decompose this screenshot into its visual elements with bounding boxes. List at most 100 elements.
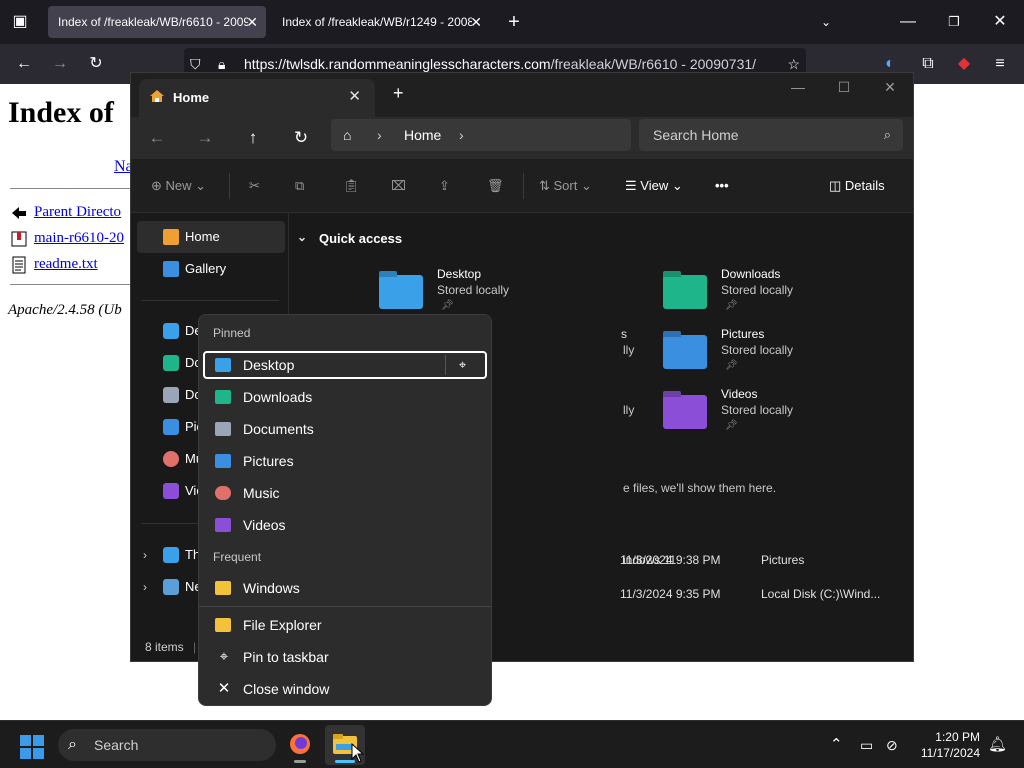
expand-chevron-icon[interactable]: › (143, 580, 147, 594)
up-icon[interactable]: ↑ (239, 125, 267, 151)
new-button[interactable]: ⊕ New ⌄ (151, 174, 206, 198)
archive-link[interactable]: main-r6610-20 (34, 230, 124, 246)
divider (199, 606, 491, 607)
divider (10, 284, 130, 285)
close-tab-icon[interactable]: ✕ (348, 87, 361, 105)
volume-muted-icon[interactable]: ⊘ (886, 721, 898, 768)
chevron-down-icon[interactable]: ⌄ (297, 230, 307, 244)
browser-tab-strip: ▣ Index of /freakleak/WB/r6610 - 2009 ✕ … (0, 0, 1024, 44)
copy-icon[interactable]: ⧉ (295, 174, 304, 198)
paste-icon[interactable]: 📋︎ (343, 174, 360, 198)
new-tab-button[interactable]: + (498, 6, 530, 38)
jump-item-downloads[interactable]: Downloads (203, 383, 487, 411)
browser-tab-active[interactable]: Index of /freakleak/WB/r6610 - 2009 ✕ (48, 6, 266, 38)
minimize-icon[interactable]: — (775, 73, 821, 101)
task-pin-to-taskbar[interactable]: ⌖ Pin to taskbar (203, 643, 487, 671)
pin-icon: 📌︎ (725, 300, 738, 311)
new-tab-button[interactable]: + (393, 83, 404, 104)
firefox-icon (290, 734, 310, 754)
close-tab-icon[interactable]: ✕ (246, 6, 258, 38)
taskbar-firefox[interactable] (280, 725, 320, 765)
parent-directory-link[interactable]: Parent Directo (34, 204, 121, 220)
list-all-tabs-icon[interactable]: ⌄ (810, 6, 842, 38)
search-input[interactable]: Search Home ⌕ (639, 119, 903, 151)
frequent-header: Frequent (213, 550, 262, 564)
task-label: File Explorer (243, 617, 322, 633)
back-icon[interactable]: ← (143, 125, 171, 151)
refresh-icon[interactable]: ↻ (287, 125, 315, 151)
tile-name-partial: s (621, 327, 627, 341)
sort-label: Sort (553, 178, 578, 193)
delete-icon[interactable]: 🗑︎ (487, 174, 504, 198)
listing-row: main-r6610-20 (10, 230, 124, 248)
jump-item-label: Desktop (243, 357, 295, 373)
quick-access-header[interactable]: ⌄ Quick access (297, 230, 402, 246)
restore-icon[interactable]: ❐ (938, 6, 970, 38)
window-controls: — ☐ ✕ (775, 73, 913, 101)
tab-list-icon[interactable]: ▣ (4, 6, 36, 38)
jump-item-pictures[interactable]: Pictures (203, 447, 487, 475)
rename-icon[interactable]: ⌧ (391, 174, 406, 198)
unpin-icon[interactable]: ⌖ (445, 355, 479, 375)
close-tab-icon[interactable]: ✕ (470, 6, 482, 38)
quick-access-pictures[interactable]: Pictures Stored locally 📌︎ (663, 327, 903, 383)
url-path: /freakleak/WB/r6610 - 20090731/ (550, 56, 757, 72)
sidebar-item-gallery[interactable]: Gallery (137, 253, 285, 285)
desktop-folder-icon (379, 275, 423, 309)
listing-row: Parent Directo (10, 204, 121, 222)
server-signature: Apache/2.4.58 (Ub (8, 302, 122, 318)
forward-icon[interactable]: → (44, 48, 76, 80)
expand-chevron-icon[interactable]: › (143, 548, 147, 562)
cut-icon[interactable]: ✂ (249, 174, 260, 198)
back-icon[interactable]: ← (8, 48, 40, 80)
maximize-icon[interactable]: ☐ (821, 73, 867, 101)
browser-tab-title: Index of /freakleak/WB/r1249 - 2008 (282, 15, 472, 29)
close-icon[interactable]: ✕ (984, 6, 1016, 38)
view-button[interactable]: ☰ View ⌄ (625, 174, 683, 198)
quick-access-downloads[interactable]: Downloads Stored locally 📌︎ (663, 267, 903, 323)
home-icon[interactable]: ⌂ (343, 119, 351, 151)
readme-link[interactable]: readme.txt (34, 256, 98, 272)
share-icon[interactable]: ⇪ (439, 174, 450, 198)
ublock-icon[interactable]: ◆ (948, 48, 980, 80)
close-window-icon[interactable]: ✕ (867, 73, 913, 101)
menu-icon[interactable]: ≡ (984, 48, 1016, 80)
tile-status: Stored locally (721, 403, 794, 417)
jump-item-documents[interactable]: Documents (203, 415, 487, 443)
music-icon (163, 451, 179, 467)
reload-icon[interactable]: ↻ (80, 48, 112, 80)
notification-bell-icon[interactable]: 🔔︎ (988, 721, 1007, 768)
extensions-icon[interactable]: ⧉ (912, 48, 944, 80)
quick-access-videos[interactable]: Videos Stored locally 📌︎ (663, 387, 903, 443)
taskbar-file-explorer[interactable] (325, 725, 365, 765)
separator: | (193, 640, 197, 654)
explorer-tab-home[interactable]: Home ✕ (139, 79, 375, 117)
network-icon[interactable]: ▭ (860, 721, 873, 768)
this-pc-icon (163, 547, 179, 563)
clock-time: 1:20 PM (935, 730, 980, 744)
jump-item-videos[interactable]: Videos (203, 511, 487, 539)
sort-button[interactable]: ⇅ Sort ⌄ (539, 174, 592, 198)
clock[interactable]: 1:20 PM 11/17/2024 (910, 729, 980, 761)
sidebar-item-label: Gallery (185, 261, 227, 276)
minimize-icon[interactable]: — (892, 6, 924, 38)
jump-item-music[interactable]: Music (203, 479, 487, 507)
chevron-right-icon[interactable]: › (459, 119, 464, 151)
tile-status-partial: lly (623, 343, 635, 357)
jump-item-label: Windows (243, 580, 300, 596)
jump-item-windows[interactable]: Windows (203, 574, 487, 602)
taskbar-search[interactable]: ⌕ Search (58, 729, 276, 761)
start-button[interactable] (20, 735, 44, 759)
task-close-window[interactable]: ✕ Close window (203, 675, 487, 703)
details-button[interactable]: ◫ Details (829, 174, 885, 198)
jump-item-desktop[interactable]: Desktop ⌖ (203, 351, 487, 379)
forward-icon[interactable]: → (191, 125, 219, 151)
breadcrumb-home[interactable]: Home (404, 119, 441, 151)
url-host: https://twlsdk.randommeaninglesscharacte… (244, 56, 551, 72)
show-hidden-icons-icon[interactable]: ⌃ (830, 721, 843, 768)
task-file-explorer[interactable]: File Explorer (203, 611, 487, 639)
more-options-icon[interactable]: ••• (715, 174, 729, 198)
breadcrumb[interactable]: ⌂ › Home › (331, 119, 631, 151)
sidebar-item-home[interactable]: Home (137, 221, 285, 253)
browser-tab[interactable]: Index of /freakleak/WB/r1249 - 2008 ✕ (272, 6, 490, 38)
